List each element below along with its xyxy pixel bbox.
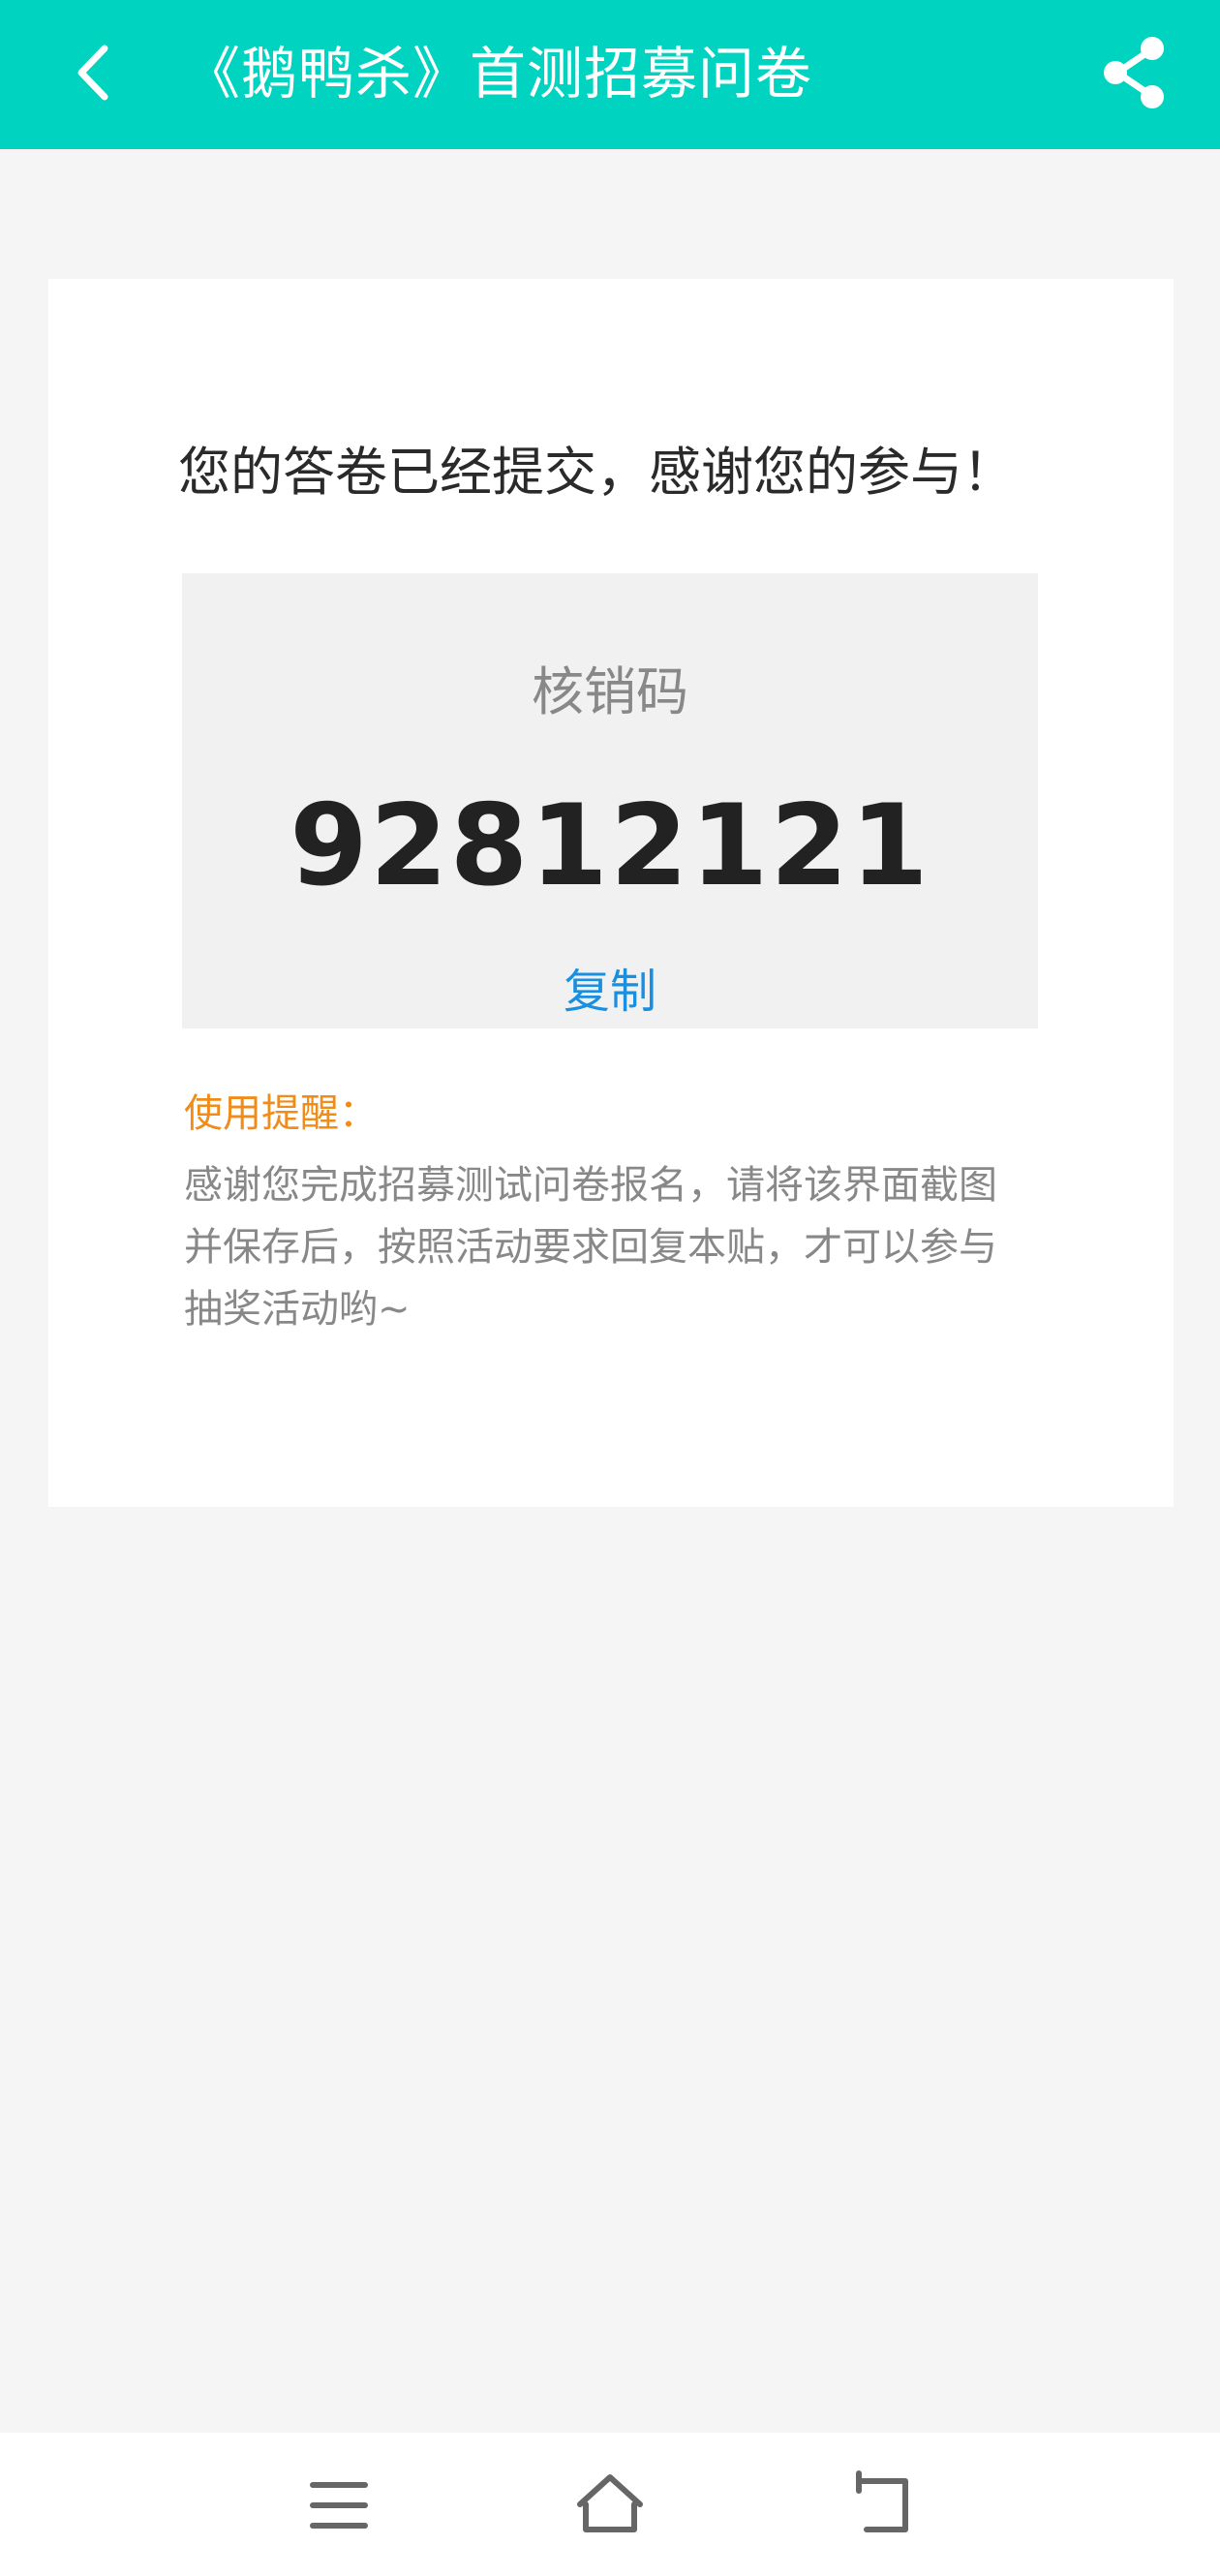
copy-button[interactable]: 复制: [511, 961, 709, 1023]
reminder-text: 感谢您完成招募测试问卷报名，请将该界面截图 并保存后，按照活动要求回复本贴，才可…: [184, 1154, 1055, 1340]
back-button[interactable]: [54, 29, 141, 116]
reminder-title: 使用提醒：: [184, 1091, 378, 1136]
share-button[interactable]: [1092, 29, 1179, 116]
reminder-line: 抽奖活动哟~: [184, 1287, 411, 1332]
menu-icon: [310, 2482, 368, 2529]
code-box: 核销码 92812121 复制: [182, 573, 1038, 1028]
chevron-left-icon: [77, 45, 108, 101]
back-nav-button[interactable]: [838, 2462, 925, 2549]
code-label: 核销码: [532, 661, 688, 722]
reminder-line: 并保存后，按照活动要求回复本贴，才可以参与: [184, 1225, 997, 1270]
system-nav-bar: [0, 2433, 1220, 2576]
submission-message: 您的答卷已经提交，感谢您的参与！: [178, 442, 1015, 503]
result-card: 您的答卷已经提交，感谢您的参与！ 核销码 92812121 复制 使用提醒： 感…: [48, 279, 1174, 1507]
back-icon: [856, 2470, 908, 2532]
share-icon: [1104, 37, 1164, 108]
home-icon: [577, 2474, 643, 2532]
reminder-line: 感谢您完成招募测试问卷报名，请将该界面截图: [184, 1163, 997, 1208]
recent-apps-button[interactable]: [295, 2462, 382, 2549]
app-header: 《鹅鸭杀》首测招募问卷: [0, 0, 1220, 149]
code-value: 92812121: [290, 781, 930, 911]
page-title: 《鹅鸭杀》首测招募问卷: [184, 41, 813, 107]
home-button[interactable]: [566, 2462, 654, 2549]
